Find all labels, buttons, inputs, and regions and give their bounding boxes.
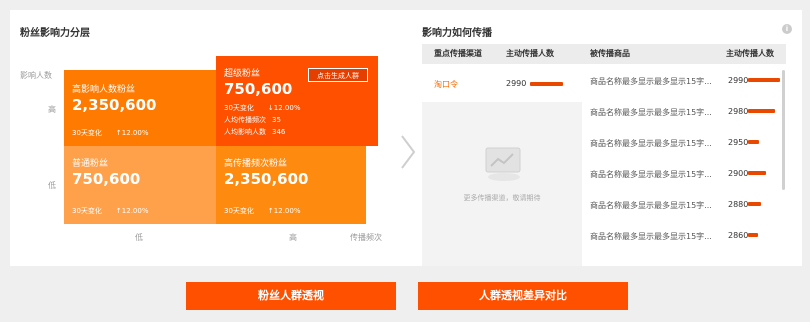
quadrant-value: 2,350,600	[72, 96, 157, 114]
product-value: 2860	[728, 231, 749, 240]
product-row[interactable]: 商品名称最多显示最多显示15字... 2980	[582, 97, 775, 128]
compare-button[interactable]: 人群透视差异对比	[418, 282, 628, 310]
y-axis-low: 低	[48, 181, 56, 190]
channel-row[interactable]: 淘口令 2990	[422, 66, 582, 102]
quadrant-name: 高影响人数粉丝	[72, 85, 136, 95]
x-axis-label: 传播频次	[350, 233, 382, 242]
quadrant-high-frequency[interactable]: 高传播频次粉丝 2,350,600 30天变化 ↑12.00%	[216, 146, 366, 224]
channel-value: 2990	[506, 79, 527, 88]
product-name[interactable]: 商品名称最多显示最多显示15字...	[590, 200, 712, 211]
quadrant-name: 普通粉丝	[72, 159, 109, 169]
product-name[interactable]: 商品名称最多显示最多显示15字...	[590, 231, 712, 242]
product-bar	[748, 202, 761, 206]
more-channels-placeholder: 更多传播渠道，敬请期待	[422, 102, 582, 266]
product-name[interactable]: 商品名称最多显示最多显示15字...	[590, 169, 712, 180]
col-channel: 重点传播渠道	[434, 49, 482, 58]
product-bar	[748, 171, 766, 175]
product-value: 2880	[728, 200, 749, 209]
product-value: 2980	[728, 107, 749, 116]
y-axis-high: 高	[48, 105, 56, 114]
generate-crowd-button[interactable]: 点击生成人群	[308, 68, 368, 82]
product-row[interactable]: 商品名称最多显示最多显示15字... 2900	[582, 159, 774, 190]
main-card: 粉丝影响力分层 影响人数 高 低 低 高 传播频次 高影响人数粉丝 2,350,…	[10, 10, 802, 266]
quadrant-value: 750,600	[224, 80, 293, 98]
x-axis-low: 低	[135, 233, 143, 242]
chevron-right-icon	[401, 135, 416, 169]
channel-bar	[530, 82, 563, 86]
product-name[interactable]: 商品名称最多显示最多显示15字...	[590, 107, 712, 118]
channel-name[interactable]: 淘口令	[434, 79, 458, 90]
quadrant-normal-fans[interactable]: 普通粉丝 750,600 30天变化 ↑12.00%	[64, 146, 216, 224]
fans-insight-button[interactable]: 粉丝人群透视	[186, 282, 396, 310]
product-row[interactable]: 商品名称最多显示最多显示15字... 2860	[582, 221, 774, 252]
quadrant-high-influence[interactable]: 高影响人数粉丝 2,350,600 30天变化 ↑12.00%	[64, 70, 216, 146]
product-name[interactable]: 商品名称最多显示最多显示15字...	[590, 76, 712, 87]
fans-layer-title: 粉丝影响力分层	[20, 28, 90, 39]
table-header: 重点传播渠道 主动传播人数 被传播商品 主动传播人数	[422, 44, 786, 64]
product-value: 2950	[728, 138, 749, 147]
change-value: ↓12.00%	[267, 104, 301, 112]
product-bar	[748, 109, 775, 113]
influence-label: 人均影响人数	[224, 128, 266, 136]
col-product: 被传播商品	[590, 49, 630, 58]
quadrant-super-fans[interactable]: 超级粉丝 点击生成人群 750,600 30天变化 ↓12.00% 人均传播频次 3…	[216, 56, 378, 146]
scrollbar[interactable]	[782, 70, 785, 190]
product-bar	[748, 233, 758, 237]
change-value: ↑12.00%	[115, 207, 149, 215]
placeholder-text: 更多传播渠道，敬请期待	[463, 194, 541, 202]
change-label: 30天变化	[224, 104, 254, 112]
change-label: 30天变化	[72, 129, 102, 137]
influence-value: 346	[272, 128, 286, 136]
spread-title: 影响力如何传播	[422, 28, 492, 39]
product-value: 2900	[728, 169, 749, 178]
change-value: ↑12.00%	[115, 129, 149, 137]
product-bar	[748, 140, 759, 144]
product-name[interactable]: 商品名称最多显示最多显示15字...	[590, 138, 712, 149]
change-value: ↑12.00%	[267, 207, 301, 215]
x-axis-high: 高	[289, 233, 297, 242]
col-product-count: 主动传播人数	[726, 49, 774, 58]
quadrant-value: 2,350,600	[224, 170, 309, 188]
product-row[interactable]: 商品名称最多显示最多显示15字... 2950	[582, 128, 774, 159]
product-value: 2990	[728, 76, 749, 85]
quadrant-name: 高传播频次粉丝	[224, 159, 288, 169]
product-row[interactable]: 商品名称最多显示最多显示15字... 2880	[582, 190, 774, 221]
y-axis-label: 影响人数	[20, 71, 52, 80]
spread-label: 人均传播频次	[224, 116, 266, 124]
change-label: 30天变化	[72, 207, 102, 215]
spread-value: 35	[272, 116, 281, 124]
change-label: 30天变化	[224, 207, 254, 215]
product-row[interactable]: 商品名称最多显示最多显示15字... 2990	[582, 66, 780, 97]
quadrant-value: 750,600	[72, 170, 141, 188]
quadrant-name: 超级粉丝	[224, 69, 261, 79]
col-channel-count: 主动传播人数	[506, 49, 554, 58]
product-bar	[748, 78, 780, 82]
info-icon[interactable]: i	[782, 24, 792, 34]
chart-placeholder-icon	[485, 147, 521, 181]
